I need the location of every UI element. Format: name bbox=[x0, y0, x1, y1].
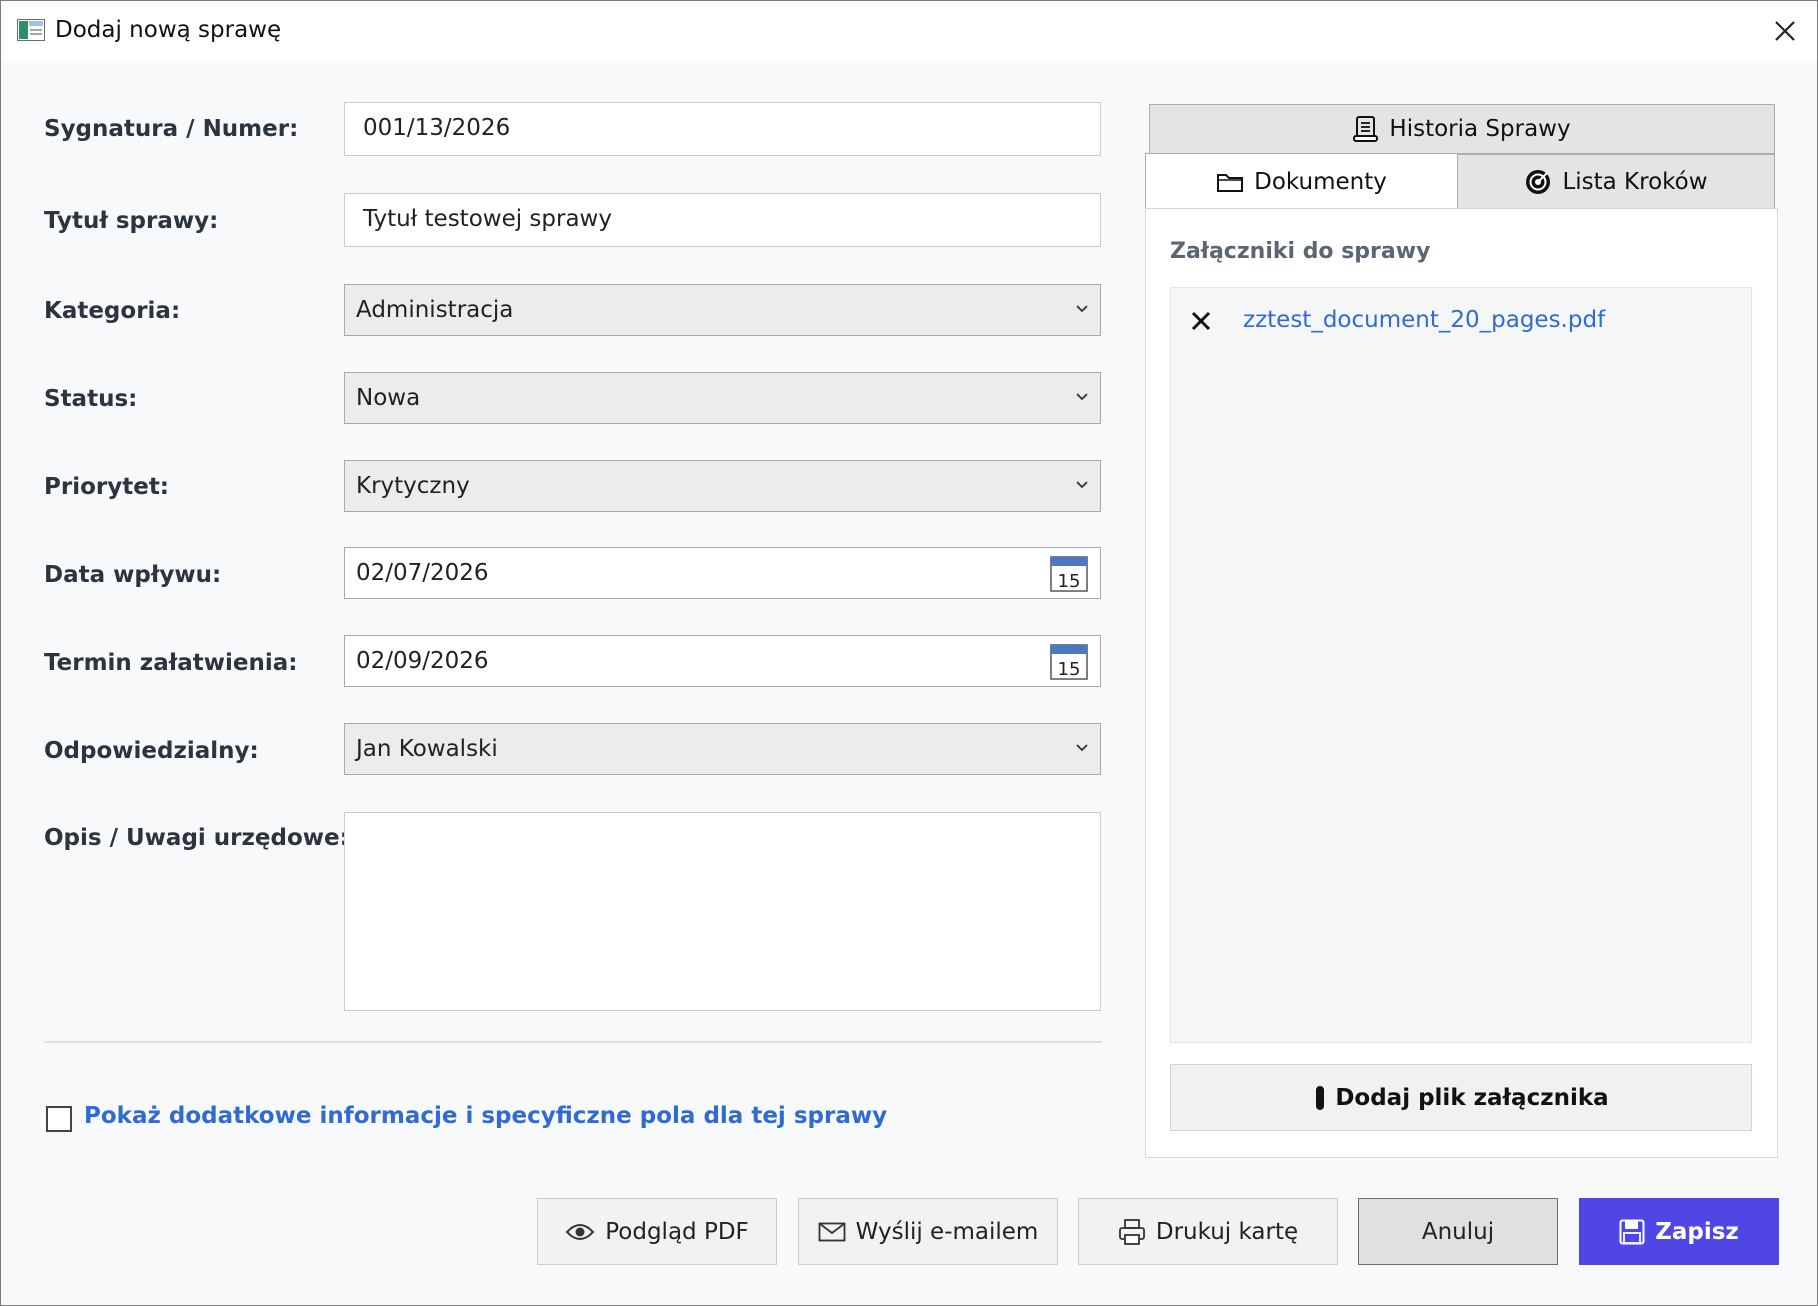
scroll-icon bbox=[1353, 116, 1379, 142]
chevron-down-icon bbox=[1076, 305, 1088, 313]
close-icon[interactable] bbox=[1765, 11, 1805, 51]
separator bbox=[44, 1041, 1102, 1043]
status-value: Nowa bbox=[356, 385, 421, 411]
attachments-list bbox=[1170, 287, 1752, 1043]
window-title: Dodaj nową sprawę bbox=[55, 17, 282, 43]
title-input[interactable]: Tytuł testowej sprawy bbox=[344, 193, 1101, 247]
extra-info-checkbox[interactable] bbox=[46, 1106, 72, 1132]
preview-pdf-label: Podgląd PDF bbox=[605, 1218, 749, 1245]
title-value: Tytuł testowej sprawy bbox=[363, 206, 612, 232]
tab-steps-label: Lista Kroków bbox=[1562, 169, 1708, 195]
print-card-label: Drukuj kartę bbox=[1155, 1218, 1299, 1245]
title-label: Tytuł sprawy: bbox=[44, 208, 219, 234]
attachment-link[interactable]: zztest_document_20_pages.pdf bbox=[1243, 307, 1605, 333]
cancel-label: Anuluj bbox=[1421, 1218, 1495, 1245]
signature-input[interactable]: 001/13/2026 bbox=[344, 102, 1101, 156]
responsible-select[interactable]: Jan Kowalski bbox=[344, 723, 1101, 775]
tab-history[interactable]: Historia Sprawy bbox=[1149, 104, 1775, 154]
responsible-label: Odpowiedzialny: bbox=[44, 738, 259, 764]
priority-value: Krytyczny bbox=[356, 473, 470, 499]
target-icon bbox=[1526, 170, 1551, 194]
category-select[interactable]: Administracja bbox=[344, 284, 1101, 336]
save-label: Zapisz bbox=[1655, 1218, 1739, 1245]
preview-pdf-button[interactable]: Podgląd PDF bbox=[537, 1198, 777, 1265]
floppy-disk-icon bbox=[1619, 1219, 1645, 1244]
deadline-date-value: 02/09/2026 bbox=[356, 648, 489, 674]
category-value: Administracja bbox=[356, 297, 514, 323]
eye-icon bbox=[565, 1223, 595, 1240]
category-label: Kategoria: bbox=[44, 298, 181, 324]
extra-info-label[interactable]: Pokaż dodatkowe informacje i specyficzne… bbox=[84, 1103, 887, 1129]
dialog-window: Dodaj nową sprawę Sygnatura / Numer: Tyt… bbox=[0, 0, 1818, 1306]
received-date-value: 02/07/2026 bbox=[356, 560, 489, 586]
status-label: Status: bbox=[44, 386, 138, 412]
priority-label: Priorytet: bbox=[44, 474, 170, 500]
chevron-down-icon bbox=[1076, 481, 1088, 489]
tab-history-label: Historia Sprawy bbox=[1389, 116, 1571, 142]
paperclip-icon bbox=[1316, 1085, 1325, 1110]
save-button[interactable]: Zapisz bbox=[1579, 1198, 1779, 1265]
print-card-button[interactable]: Drukuj kartę bbox=[1078, 1198, 1338, 1265]
deadline-label: Termin załatwienia: bbox=[44, 650, 298, 676]
chevron-down-icon bbox=[1076, 393, 1088, 401]
add-attachment-button[interactable]: Dodaj plik załącznika bbox=[1170, 1064, 1752, 1131]
attachments-title: Załączniki do sprawy bbox=[1170, 239, 1431, 264]
printer-icon bbox=[1118, 1218, 1145, 1245]
responsible-value: Jan Kowalski bbox=[356, 736, 498, 762]
remove-attachment-icon[interactable] bbox=[1189, 309, 1213, 333]
priority-select[interactable]: Krytyczny bbox=[344, 460, 1101, 512]
app-icon bbox=[17, 19, 45, 41]
signature-value: 001/13/2026 bbox=[363, 115, 511, 141]
tab-steps[interactable]: Lista Kroków bbox=[1457, 154, 1775, 209]
calendar-icon[interactable]: 15 bbox=[1050, 554, 1088, 592]
received-date-label: Data wpływu: bbox=[44, 562, 222, 588]
cancel-button[interactable]: Anuluj bbox=[1358, 1198, 1558, 1265]
envelope-icon bbox=[818, 1222, 846, 1241]
signature-label: Sygnatura / Numer: bbox=[44, 116, 299, 142]
received-date-picker[interactable]: 02/07/2026 15 bbox=[344, 547, 1101, 599]
deadline-date-picker[interactable]: 02/09/2026 15 bbox=[344, 635, 1101, 687]
calendar-icon[interactable]: 15 bbox=[1050, 642, 1088, 680]
tab-documents-label: Dokumenty bbox=[1254, 168, 1387, 195]
add-attachment-label: Dodaj plik załącznika bbox=[1335, 1084, 1609, 1111]
calendar-day-text: 15 bbox=[1058, 571, 1081, 592]
description-textarea[interactable] bbox=[344, 812, 1101, 1011]
tab-documents[interactable]: Dokumenty bbox=[1145, 153, 1458, 209]
title-bar: Dodaj nową sprawę bbox=[1, 1, 1817, 61]
folder-icon bbox=[1217, 173, 1244, 192]
status-select[interactable]: Nowa bbox=[344, 372, 1101, 424]
send-email-label: Wyślij e-mailem bbox=[855, 1218, 1039, 1245]
calendar-day-text: 15 bbox=[1058, 659, 1081, 680]
send-email-button[interactable]: Wyślij e-mailem bbox=[798, 1198, 1058, 1265]
description-label: Opis / Uwagi urzędowe: bbox=[44, 825, 349, 851]
chevron-down-icon bbox=[1076, 744, 1088, 752]
